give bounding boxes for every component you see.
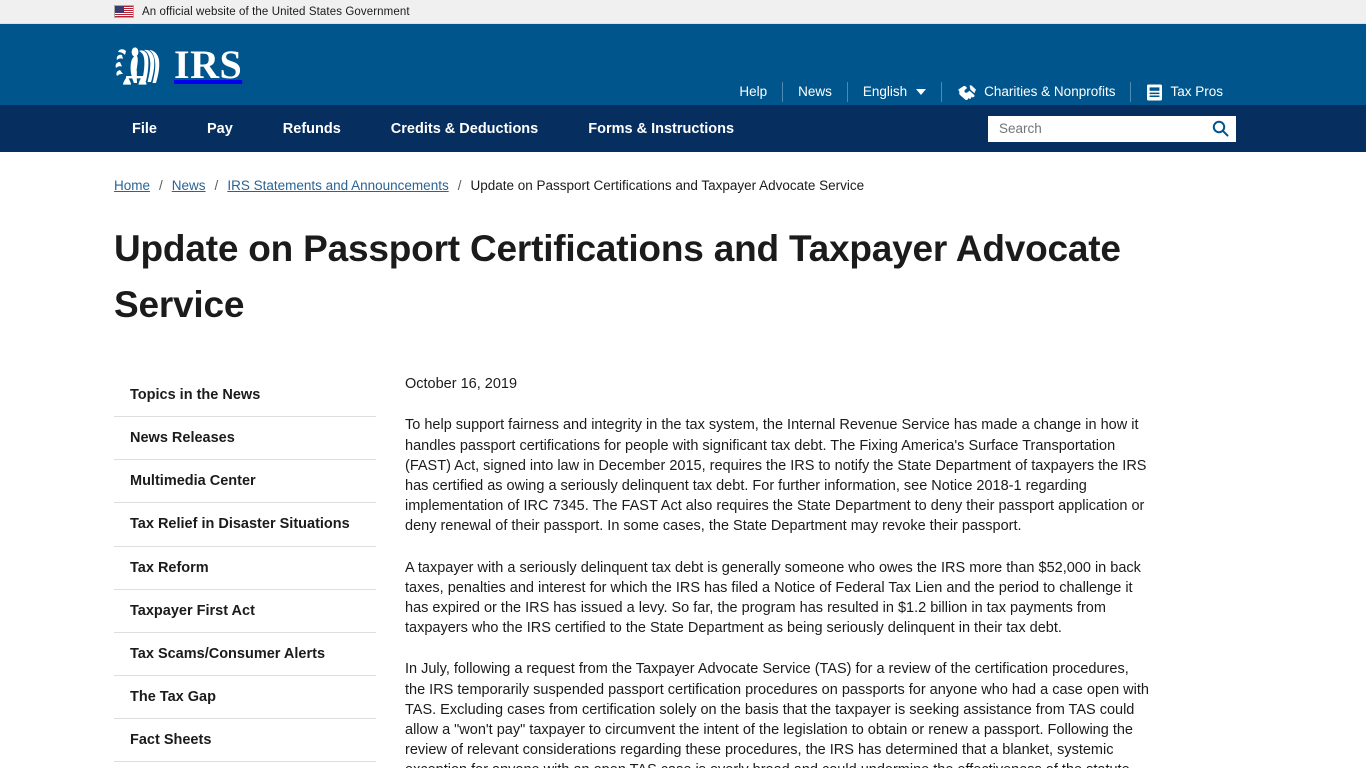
utility-nav-news[interactable]: News	[783, 85, 847, 99]
utility-nav-help[interactable]: Help	[724, 85, 782, 99]
irs-logo-link[interactable]: IRS	[114, 24, 242, 105]
book-icon	[1147, 84, 1163, 100]
page-content: Topics in the News News Releases Multime…	[0, 374, 1366, 768]
search-box[interactable]	[988, 115, 1236, 142]
article-paragraph: A taxpayer with a seriously delinquent t…	[405, 559, 1141, 637]
breadcrumb: Home / News / IRS Statements and Announc…	[0, 152, 1366, 193]
nav-item-credits-deductions[interactable]: Credits & Deductions	[366, 121, 563, 137]
breadcrumb-item-home[interactable]: Home	[114, 178, 150, 193]
sidebar-item-tax-scams-consumer-alerts[interactable]: Tax Scams/Consumer Alerts	[114, 633, 376, 676]
utility-nav-tax-pros[interactable]: Tax Pros	[1131, 83, 1238, 102]
breadcrumb-item-news[interactable]: News	[172, 178, 206, 193]
sidebar-item-tax-reform[interactable]: Tax Reform	[114, 547, 376, 590]
utility-nav-charities-nonprofits[interactable]: Charities & Nonprofits	[942, 84, 1130, 101]
utility-nav-help-label: Help	[739, 84, 768, 100]
irs-logo-text: IRS	[174, 41, 243, 87]
sidebar-item-the-tax-gap[interactable]: The Tax Gap	[114, 676, 376, 719]
irs-eagle-scales-emblem-icon	[115, 46, 160, 85]
primary-nav: File Pay Refunds Credits & Deductions Fo…	[0, 105, 1366, 152]
sidebar-item-tax-relief-disaster[interactable]: Tax Relief in Disaster Situations	[114, 503, 376, 547]
utility-nav-news-label: News	[798, 84, 832, 100]
utility-nav: Help News English Charities & Nonprofits	[724, 82, 1238, 102]
nav-item-forms-instructions[interactable]: Forms & Instructions	[563, 121, 759, 137]
search-button[interactable]	[1205, 117, 1235, 141]
us-flag-icon	[114, 5, 134, 18]
gov-banner-text: An official website of the United States…	[142, 5, 410, 18]
sidebar-item-multimedia-center[interactable]: Multimedia Center	[114, 460, 376, 504]
nav-item-pay[interactable]: Pay	[182, 121, 258, 137]
nav-item-refunds[interactable]: Refunds	[258, 121, 366, 137]
utility-nav-tax-pros-label: Tax Pros	[1170, 84, 1223, 100]
sidebar-item-taxpayer-first-act[interactable]: Taxpayer First Act	[114, 590, 376, 633]
language-selector[interactable]: English	[848, 85, 941, 99]
site-header: IRS Help News English Charities & Nonpro…	[0, 24, 1366, 105]
article-paragraph: In July, following a request from the Ta…	[405, 661, 1149, 768]
sidebar-item-news-releases[interactable]: News Releases	[114, 417, 376, 461]
article-body: October 16, 2019 To help support fairnes…	[376, 374, 1256, 768]
page-title: Update on Passport Certifications and Ta…	[114, 228, 1121, 325]
search-icon	[1212, 120, 1228, 137]
breadcrumb-separator: /	[457, 178, 462, 193]
publication-date: October 16, 2019	[405, 376, 518, 392]
gov-banner: An official website of the United States…	[0, 0, 1366, 24]
language-selector-label: English	[862, 84, 908, 100]
breadcrumb-separator: /	[159, 178, 163, 193]
utility-nav-charities-label: Charities & Nonprofits	[984, 84, 1116, 100]
breadcrumb-current-page: Update on Passport Certifications and Ta…	[470, 178, 865, 193]
chevron-down-icon	[916, 89, 927, 95]
sidebar-item-topics-in-the-news[interactable]: Topics in the News	[114, 374, 376, 418]
sidebar-nav: Topics in the News News Releases Multime…	[114, 374, 376, 768]
search-input[interactable]	[989, 116, 1205, 141]
breadcrumb-separator: /	[214, 178, 219, 193]
nav-item-file[interactable]: File	[114, 121, 182, 137]
primary-nav-links: File Pay Refunds Credits & Deductions Fo…	[114, 121, 759, 137]
handshake-icon	[958, 84, 977, 100]
breadcrumb-item-irs-statements[interactable]: IRS Statements and Announcements	[227, 178, 448, 193]
article-paragraph: To help support fairness and integrity i…	[405, 417, 1147, 535]
sidebar-item-fact-sheets[interactable]: Fact Sheets	[114, 719, 376, 763]
